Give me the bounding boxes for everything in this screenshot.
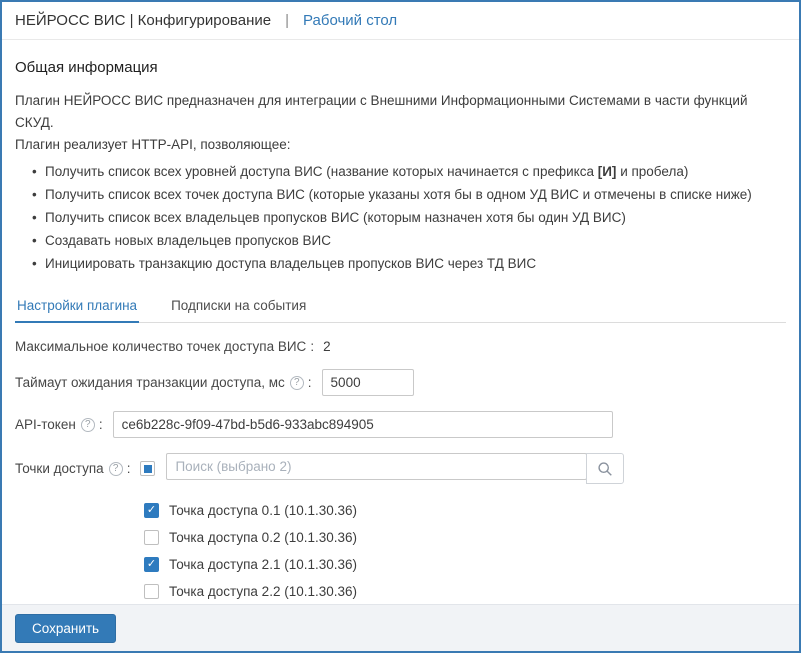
content-area: Общая информация Плагин НЕЙРОСС ВИС пред…: [2, 40, 799, 604]
help-icon[interactable]: ?: [81, 418, 95, 432]
tab-plugin-settings[interactable]: Настройки плагина: [15, 289, 139, 323]
feature-item: Получить список всех уровней доступа ВИС…: [45, 160, 786, 183]
search-button[interactable]: [586, 453, 624, 484]
access-point-checkbox[interactable]: [144, 584, 159, 599]
access-point-item[interactable]: ✓ Точка доступа 0.1 (10.1.30.36): [144, 497, 786, 524]
access-point-checkbox[interactable]: ✓: [144, 503, 159, 518]
timeout-row: Таймаут ожидания транзакции доступа, мс …: [15, 369, 786, 396]
title-separator: |: [285, 12, 289, 29]
footer-bar: Сохранить: [2, 604, 799, 651]
feature-list: Получить список всех уровней доступа ВИС…: [15, 160, 786, 275]
access-point-checkbox[interactable]: [144, 530, 159, 545]
tab-event-subscriptions[interactable]: Подписки на события: [169, 289, 308, 323]
feature-item: Создавать новых владельцев пропусков ВИС: [45, 229, 786, 252]
access-point-item[interactable]: ✓ Точка доступа 2.1 (10.1.30.36): [144, 551, 786, 578]
timeout-label: Таймаут ожидания транзакции доступа, мс: [15, 375, 285, 390]
help-icon[interactable]: ?: [290, 376, 304, 390]
intro-line-2: Плагин реализует HTTP-API, позволяющее:: [15, 134, 786, 156]
api-token-label: API-токен: [15, 417, 76, 432]
save-button[interactable]: Сохранить: [15, 614, 116, 643]
intro-line-1: Плагин НЕЙРОСС ВИС предназначен для инте…: [15, 90, 786, 134]
timeout-input[interactable]: [322, 369, 414, 396]
access-points-label: Точки доступа: [15, 461, 104, 476]
max-access-points-value: 2: [323, 339, 331, 354]
intro-text: Плагин НЕЙРОСС ВИС предназначен для инте…: [15, 90, 786, 156]
feature-item: Получить список всех владельцев пропуско…: [45, 206, 786, 229]
select-all-checkbox[interactable]: [140, 461, 155, 476]
max-access-points-label: Максимальное количество точек доступа ВИ…: [15, 339, 306, 354]
api-token-input[interactable]: [113, 411, 613, 438]
access-point-item[interactable]: Точка доступа 2.2 (10.1.30.36): [144, 578, 786, 604]
plugin-settings-form: Максимальное количество точек доступа ВИ…: [15, 339, 786, 604]
page-title: Общая информация: [15, 59, 786, 76]
help-icon[interactable]: ?: [109, 462, 123, 476]
tab-bar: Настройки плагина Подписки на события: [15, 288, 786, 323]
access-points-row: Точки доступа ? :: [15, 453, 786, 484]
app-title: НЕЙРОСС ВИС | Конфигурирование: [15, 12, 271, 29]
desktop-link[interactable]: Рабочий стол: [303, 12, 397, 29]
plugin-config-window: НЕЙРОСС ВИС | Конфигурирование | Рабочий…: [0, 0, 801, 653]
search-icon: [597, 461, 613, 477]
max-access-points-row: Максимальное количество точек доступа ВИ…: [15, 339, 786, 354]
search-input[interactable]: [166, 453, 587, 480]
access-point-item[interactable]: Точка доступа 0.2 (10.1.30.36): [144, 524, 786, 551]
feature-item: Получить список всех точек доступа ВИС (…: [45, 183, 786, 206]
access-point-list: ✓ Точка доступа 0.1 (10.1.30.36) Точка д…: [144, 497, 786, 604]
access-point-search: [166, 453, 624, 484]
topbar: НЕЙРОСС ВИС | Конфигурирование | Рабочий…: [2, 2, 799, 40]
feature-item: Инициировать транзакцию доступа владельц…: [45, 252, 786, 275]
api-token-row: API-токен ? :: [15, 411, 786, 438]
access-point-checkbox[interactable]: ✓: [144, 557, 159, 572]
